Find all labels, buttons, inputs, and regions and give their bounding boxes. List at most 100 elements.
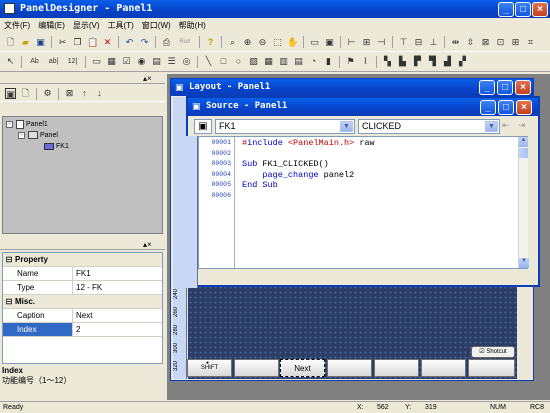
text-tool[interactable]: ab| (46, 56, 61, 67)
menu-edit[interactable]: 编辑(E) (38, 20, 65, 31)
new-icon[interactable]: 🗋 (5, 37, 16, 48)
tree-icon[interactable]: ⚙ (42, 88, 53, 99)
order2-icon[interactable]: ▛ (412, 56, 423, 67)
align-center-icon[interactable]: ⊞ (361, 37, 372, 48)
prop-row-type[interactable]: Type 12 - FK (3, 281, 162, 295)
scroll-down-icon[interactable]: ▼ (519, 258, 529, 268)
alarm-tool-icon[interactable]: ⚑ (345, 56, 356, 67)
layout-maximize-button[interactable]: □ (497, 80, 513, 95)
zoom-icon[interactable]: ⌕ (227, 37, 238, 48)
frame2-icon[interactable]: ▣ (324, 37, 335, 48)
paste-icon[interactable]: 📋 (87, 37, 98, 48)
code-line[interactable] (242, 149, 522, 160)
tree-panel[interactable]: - Panel (18, 131, 58, 139)
list-tool-icon[interactable]: ☰ (166, 56, 177, 67)
tree-root[interactable]: - Panel1 (6, 120, 48, 129)
grid-icon[interactable]: ⊞ (510, 37, 521, 48)
scroll-thumb[interactable] (519, 148, 528, 158)
image-tool-icon[interactable]: ▦ (106, 56, 117, 67)
lamp-tool-icon[interactable]: ◎ (181, 56, 192, 67)
align-bottom-icon[interactable]: ⊥ (428, 37, 439, 48)
maximize-button[interactable]: □ (515, 2, 531, 17)
meter-tool-icon[interactable]: ◔ (308, 56, 319, 67)
ellipse-tool-icon[interactable]: ○ (233, 56, 244, 67)
collapse-icon[interactable]: ⊟ (3, 295, 15, 308)
prop-row-name[interactable]: Name FK1 (3, 267, 162, 281)
vertical-scrollbar[interactable]: ▲ ▼ (518, 137, 529, 268)
layout-close-button[interactable]: × (515, 80, 531, 95)
bitmap-tool-icon[interactable]: ▨ (248, 56, 259, 67)
delete-icon[interactable]: ✕ (102, 37, 113, 48)
menu-tools[interactable]: 工具(T) (108, 20, 134, 31)
code-line[interactable]: Sub FK1_CLICKED() (242, 159, 522, 170)
prop-row-index[interactable]: Index 2 (3, 323, 162, 337)
code-line[interactable]: End Sub (242, 180, 522, 191)
scroll-up-icon[interactable]: ▲ (519, 137, 528, 147)
chart-tool-icon[interactable]: ▥ (278, 56, 289, 67)
shotcut-button[interactable]: ☑ Shotcut (471, 346, 515, 358)
rect-tool-icon[interactable]: □ (218, 56, 229, 67)
space-v-icon[interactable]: ⇳ (465, 37, 476, 48)
label-tool[interactable]: Ab (27, 56, 42, 67)
source-minimize-button[interactable]: _ (480, 100, 496, 115)
grid2-icon[interactable]: ⌗ (525, 37, 536, 48)
frame-icon[interactable]: ▭ (309, 37, 320, 48)
collapse-icon[interactable]: ⊟ (3, 253, 15, 266)
prop-icon[interactable]: ⊠ (64, 88, 75, 99)
chevron-down-icon[interactable]: ▼ (340, 121, 353, 132)
event-select[interactable]: CLICKED ▼ (358, 119, 500, 134)
zoom-in-icon[interactable]: ⊕ (242, 37, 253, 48)
outdent-icon[interactable]: ⇥ (518, 120, 526, 131)
up-icon[interactable]: ↑ (79, 88, 90, 99)
align-left-icon[interactable]: ⊢ (346, 37, 357, 48)
indent-icon[interactable]: ⇤ (502, 120, 510, 131)
doc-view-icon[interactable]: 🗋 (20, 88, 31, 99)
code-lines[interactable]: #include <PanelMain.h> raw Sub FK1_CLICK… (242, 138, 522, 201)
pointer-icon[interactable]: ↖ (5, 56, 16, 67)
trend-tool-icon[interactable]: ⌇ (360, 56, 371, 67)
number-tool[interactable]: 12| (65, 56, 80, 67)
copy-icon[interactable]: ❐ (72, 37, 83, 48)
collapse-icon[interactable]: - (18, 131, 25, 139)
menu-view[interactable]: 显示(V) (73, 20, 100, 31)
code-editor[interactable]: 00001 00002 00003 00004 00005 00006 #inc… (198, 136, 529, 269)
align-top-icon[interactable]: ⊤ (398, 37, 409, 48)
menu-window[interactable]: 窗口(W) (142, 20, 171, 31)
bar-tool-icon[interactable]: ▮ (323, 56, 334, 67)
fk-button-5[interactable] (374, 359, 419, 377)
run-button[interactable]: Run (176, 37, 194, 48)
line-tool-icon[interactable]: ╲ (203, 56, 214, 67)
order1-icon[interactable]: ▙ (397, 56, 408, 67)
button-tool-icon[interactable]: ▭ (91, 56, 102, 67)
table-tool-icon[interactable]: ▦ (263, 56, 274, 67)
close-button[interactable]: × (532, 2, 548, 17)
order4-icon[interactable]: ▟ (442, 56, 453, 67)
menu-file[interactable]: 文件(F) (4, 20, 30, 31)
object-select[interactable]: FK1 ▼ (215, 119, 355, 134)
print-icon[interactable]: ⎙ (161, 37, 172, 48)
space-h-icon[interactable]: ⇹ (450, 37, 461, 48)
pane-pin-icon[interactable]: ▴× (143, 240, 152, 249)
collapse-icon[interactable]: - (6, 121, 13, 128)
undo-icon[interactable]: ↶ (124, 37, 135, 48)
panel-view-icon[interactable]: ▣ (5, 88, 16, 99)
cut-icon[interactable]: ✂ (57, 37, 68, 48)
size2-icon[interactable]: ⊡ (495, 37, 506, 48)
pane-pin-icon[interactable]: ▴× (143, 74, 152, 83)
code-line[interactable]: #include <PanelMain.h> raw (242, 138, 522, 149)
radio-tool-icon[interactable]: ◉ (136, 56, 147, 67)
graph-tool-icon[interactable]: ▤ (293, 56, 304, 67)
minimize-button[interactable]: _ (498, 2, 514, 17)
fk-button-next[interactable]: Next (280, 359, 325, 377)
source-close-button[interactable]: × (516, 100, 532, 115)
size-icon[interactable]: ⊠ (480, 37, 491, 48)
combo-tool-icon[interactable]: ▤ (151, 56, 162, 67)
source-maximize-button[interactable]: □ (498, 100, 514, 115)
menu-help[interactable]: 帮助(H) (179, 20, 206, 31)
group-icon[interactable]: ▚ (382, 56, 393, 67)
check-tool-icon[interactable]: ☑ (121, 56, 132, 67)
redo-icon[interactable]: ↷ (139, 37, 150, 48)
align-right-icon[interactable]: ⊣ (376, 37, 387, 48)
chevron-down-icon[interactable]: ▼ (485, 121, 498, 132)
zoom-out-icon[interactable]: ⊖ (257, 37, 268, 48)
